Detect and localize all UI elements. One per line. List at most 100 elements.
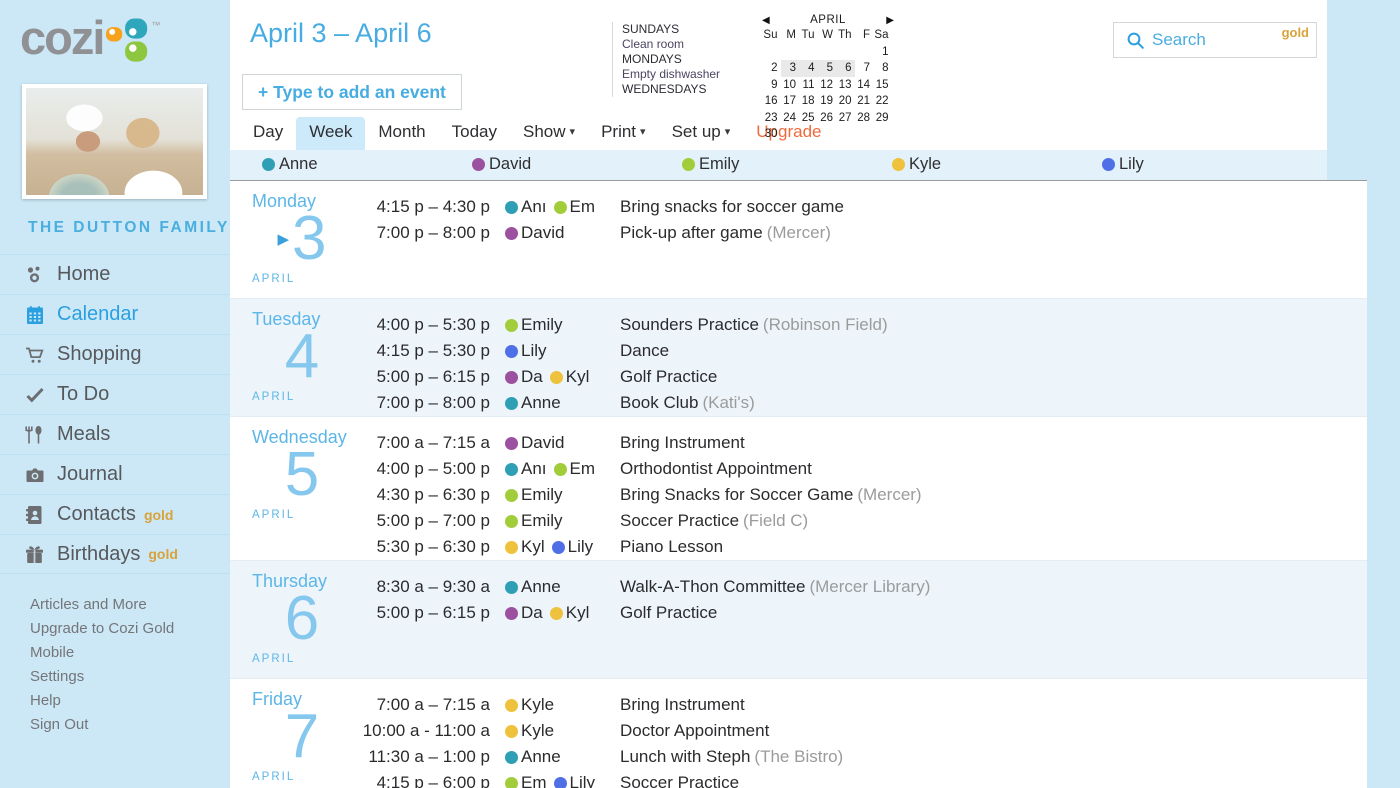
mini-calendar-date[interactable]: 13 (836, 77, 855, 94)
event-row[interactable]: 7:00 a – 7:15 aKyleBring Instrument (340, 692, 1367, 718)
mini-calendar-date[interactable]: 30 (762, 126, 781, 143)
event-list: 8:30 a – 9:30 aAnneWalk-A-Thon Committee… (340, 574, 1367, 626)
mini-calendar-date[interactable]: 15 (873, 77, 892, 94)
sidebar-item-home[interactable]: Home (0, 254, 230, 294)
mini-calendar-date[interactable]: 7 (855, 60, 874, 77)
sidebar-link-articles-and-more[interactable]: Articles and More (30, 593, 230, 617)
mini-calendar-date[interactable]: 23 (762, 110, 781, 127)
event-list: 4:00 p – 5:30 pEmilySounders Practice(Ro… (340, 312, 1367, 416)
mini-calendar-date[interactable]: 27 (836, 110, 855, 127)
event-attendees: Emily (505, 312, 605, 338)
event-list: 4:15 p – 4:30 pAnıEmBring snacks for soc… (340, 194, 1367, 246)
attendee-name: Emily (521, 508, 563, 534)
event-row[interactable]: 4:00 p – 5:30 pEmilySounders Practice(Ro… (340, 312, 1367, 338)
event-title-text: Book Club (620, 393, 698, 412)
event-attendees: Kyle (505, 692, 605, 718)
day-header: Wednesday5APRIL (252, 427, 352, 521)
mini-calendar-date[interactable]: 28 (855, 110, 874, 127)
day-header: Friday7APRIL (252, 689, 352, 783)
mini-calendar-empty-cell (781, 126, 800, 143)
sidebar-link-upgrade-to-cozi-gold[interactable]: Upgrade to Cozi Gold (30, 617, 230, 641)
tab-label: Set up (672, 122, 721, 141)
mini-calendar-date[interactable]: 29 (873, 110, 892, 127)
sidebar-item-to-do[interactable]: To Do (0, 374, 230, 414)
mini-calendar-date[interactable]: 14 (855, 77, 874, 94)
sidebar-item-calendar[interactable]: Calendar (0, 294, 230, 334)
event-row[interactable]: 4:15 p – 5:30 pLilyDance (340, 338, 1367, 364)
event-row[interactable]: 5:00 p – 7:00 pEmilySoccer Practice(Fiel… (340, 508, 1367, 534)
event-row[interactable]: 4:00 p – 5:00 pAnıEmOrthodontist Appoint… (340, 456, 1367, 482)
prev-month-button left-triangle-icon[interactable]: ◀ (762, 15, 776, 26)
mini-calendar-date[interactable]: 11 (799, 77, 818, 94)
day-number-row: 7 (252, 706, 352, 768)
mini-calendar-date[interactable]: 24 (781, 110, 800, 127)
mini-calendar-date[interactable]: 6 (836, 60, 855, 77)
sidebar-item-label: Birthdays (57, 543, 140, 566)
sidebar-item-contacts[interactable]: Contactsgold (0, 494, 230, 534)
tab-today[interactable]: Today (439, 117, 510, 150)
event-row[interactable]: 7:00 p – 8:00 pAnneBook Club(Kati's) (340, 390, 1367, 416)
mini-calendar-date[interactable]: 8 (873, 60, 892, 77)
event-row[interactable]: 11:30 a – 1:00 pAnneLunch with Steph(The… (340, 744, 1367, 770)
attendee-chip-emily: Em (554, 194, 596, 220)
event-row[interactable]: 7:00 a – 7:15 aDavidBring Instrument (340, 430, 1367, 456)
event-row[interactable]: 8:30 a – 9:30 aAnneWalk-A-Thon Committee… (340, 574, 1367, 600)
mini-calendar-date[interactable]: 19 (818, 93, 837, 110)
tab-week[interactable]: Week (296, 117, 365, 150)
event-row[interactable]: 10:00 a - 11:00 aKyleDoctor Appointment (340, 718, 1367, 744)
event-row[interactable]: 4:15 p – 4:30 pAnıEmBring snacks for soc… (340, 194, 1367, 220)
sidebar-item-meals[interactable]: Meals (0, 414, 230, 454)
sidebar-item-journal[interactable]: Journal (0, 454, 230, 494)
mini-calendar-date[interactable]: 2 (762, 60, 781, 77)
mini-calendar-date[interactable]: 22 (873, 93, 892, 110)
add-event-button[interactable]: + Type to add an event (242, 74, 462, 110)
mini-calendar-date[interactable]: 17 (781, 93, 800, 110)
event-row[interactable]: 7:00 p – 8:00 pDavidPick-up after game(M… (340, 220, 1367, 246)
sidebar-link-help[interactable]: Help (30, 689, 230, 713)
day-number: 7 (285, 706, 319, 768)
mini-calendar-date[interactable]: 26 (818, 110, 837, 127)
event-location: (Field C) (743, 511, 808, 530)
attendee-chip-emily: Emily (505, 508, 563, 534)
mini-calendar-date[interactable]: 1 (873, 44, 892, 61)
mini-calendar-date[interactable]: 16 (762, 93, 781, 110)
mini-calendar-date[interactable]: 3 (781, 60, 800, 77)
month-label: APRIL (252, 391, 352, 403)
event-row[interactable]: 4:30 p – 6:30 pEmilyBring Snacks for Soc… (340, 482, 1367, 508)
search-input[interactable] (1152, 23, 1272, 57)
mini-calendar-date[interactable]: 12 (818, 77, 837, 94)
member-color-dot (505, 699, 518, 712)
next-month-button right-triangle-icon[interactable]: ▶ (880, 15, 894, 26)
mini-calendar-date[interactable]: 18 (799, 93, 818, 110)
mini-calendar-empty-cell (799, 44, 818, 61)
mini-calendar-date[interactable]: 9 (762, 77, 781, 94)
mini-calendar-date[interactable]: 25 (799, 110, 818, 127)
event-row[interactable]: 5:30 p – 6:30 pKylLilyPiano Lesson (340, 534, 1367, 560)
tab-show[interactable]: Show▾ (510, 117, 588, 150)
attendee-chip-david: David (505, 220, 564, 246)
event-row[interactable]: 4:15 p – 6:00 pEmLilySoccer Practice (340, 770, 1367, 788)
sidebar-item-birthdays[interactable]: Birthdaysgold (0, 534, 230, 574)
tab-set-up[interactable]: Set up▾ (659, 117, 744, 150)
event-title: Golf Practice (620, 600, 1367, 626)
mini-calendar-date[interactable]: 20 (836, 93, 855, 110)
tab-month[interactable]: Month (365, 117, 438, 150)
mini-calendar-date[interactable]: 4 (799, 60, 818, 77)
sidebar-link-sign-out[interactable]: Sign Out (30, 713, 230, 737)
mini-calendar-date[interactable]: 21 (855, 93, 874, 110)
tab-print[interactable]: Print▾ (588, 117, 659, 150)
attendee-chip-kyle: Kyl (550, 600, 590, 626)
event-time: 4:30 p – 6:30 p (340, 482, 490, 508)
cozi-logo[interactable]: cozi ™ (0, 0, 230, 68)
sidebar-item-label: To Do (57, 383, 109, 406)
day-number-row: 5 (252, 444, 352, 506)
mini-calendar-date[interactable]: 5 (818, 60, 837, 77)
event-row[interactable]: 5:00 p – 6:15 pDaKylGolf Practice (340, 600, 1367, 626)
event-title-text: Golf Practice (620, 603, 717, 622)
sidebar-link-mobile[interactable]: Mobile (30, 641, 230, 665)
sidebar-link-settings[interactable]: Settings (30, 665, 230, 689)
tab-day[interactable]: Day (240, 117, 296, 150)
mini-calendar-date[interactable]: 10 (781, 77, 800, 94)
sidebar-item-shopping[interactable]: Shopping (0, 334, 230, 374)
event-row[interactable]: 5:00 p – 6:15 pDaKylGolf Practice (340, 364, 1367, 390)
